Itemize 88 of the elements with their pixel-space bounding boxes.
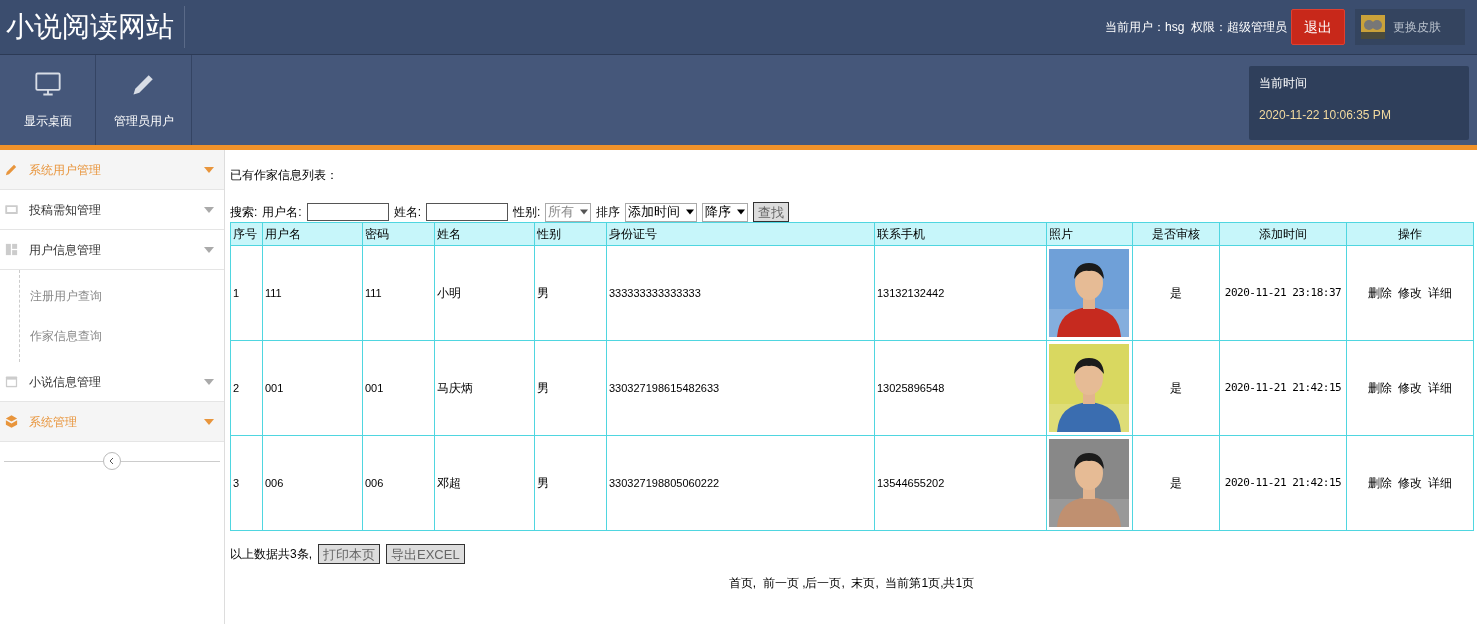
table-cell: 330327198805060222 (606, 435, 875, 531)
table-cell: 333333333333333 (606, 245, 875, 341)
list-heading: 已有作家信息列表： (230, 167, 339, 184)
user-info: 当前用户：hsg 权限：超级管理员 (1105, 19, 1287, 36)
site-title: 小说阅读网站 (6, 6, 185, 48)
pagination-text: 首页, 前一页 ,后一页, 末页, 当前第1页,共1页 (728, 575, 975, 592)
caret-icon (737, 209, 746, 215)
table-cell: 2020-11-21 23:18:37 (1219, 245, 1347, 341)
toolbar-button[interactable]: 管理员用户 (96, 55, 192, 145)
action-link[interactable]: 删除 (1368, 284, 1392, 302)
clock-label: 当前时间 (1259, 75, 1308, 92)
skin-selector[interactable]: 更换皮肤 (1355, 9, 1465, 45)
table-cell: 13132132442 (874, 245, 1047, 341)
layout-icon (4, 242, 19, 257)
caret-icon (204, 246, 214, 253)
caret-icon (204, 166, 214, 173)
action-link[interactable]: 删除 (1368, 379, 1392, 397)
table-cell: 111 (262, 245, 363, 341)
column-header: 用户名 (262, 222, 363, 246)
calendar-icon (4, 374, 19, 389)
column-header: 密码 (362, 222, 435, 246)
sort-label: 排序 (596, 204, 621, 221)
search-label: 搜索: (230, 204, 258, 221)
column-header: 姓名 (434, 222, 535, 246)
gender-select[interactable]: 所有 (545, 202, 592, 222)
table-cell: 男 (534, 435, 607, 531)
table-cell: 006 (362, 435, 435, 531)
column-header: 是否审核 (1132, 222, 1220, 246)
export-button[interactable]: 导出EXCEL (386, 544, 465, 564)
caret-icon (580, 209, 589, 215)
table-cell: 2020-11-21 21:42:15 (1219, 435, 1347, 531)
action-link[interactable]: 详细 (1428, 284, 1452, 302)
username-label: 用户名: (262, 204, 302, 221)
table-cell: 111 (362, 245, 435, 341)
table-cell: 006 (262, 435, 363, 531)
summary-text: 以上数据共3条, (230, 546, 312, 563)
table-cell: 男 (534, 340, 607, 436)
table-cell: 001 (262, 340, 363, 436)
column-header: 性别 (534, 222, 607, 246)
column-header: 添加时间 (1219, 222, 1347, 246)
image-icon (4, 202, 19, 217)
clock-time: 2020-11-22 10:06:35 PM (1259, 107, 1392, 124)
caret-icon (686, 209, 695, 215)
box-icon (4, 414, 19, 429)
table-cell: 马庆炳 (434, 340, 535, 436)
chevron-left-icon (108, 457, 116, 465)
column-header: 操作 (1346, 222, 1474, 246)
action-link[interactable]: 修改 (1398, 474, 1422, 492)
table-cell: 2 (230, 340, 263, 436)
sort-order-select[interactable]: 降序 (702, 202, 749, 222)
table-cell: 是 (1132, 245, 1220, 341)
sidebar-subitem[interactable]: 注册用户查询 (20, 276, 102, 316)
action-link[interactable]: 删除 (1368, 474, 1392, 492)
table-cell: 2020-11-21 21:42:15 (1219, 340, 1347, 436)
table-cell: 小明 (434, 245, 535, 341)
action-link[interactable]: 修改 (1398, 284, 1422, 302)
caret-icon (204, 378, 214, 385)
table-cell: 001 (362, 340, 435, 436)
name-field[interactable] (426, 203, 509, 221)
column-header: 联系手机 (874, 222, 1047, 246)
action-link[interactable]: 详细 (1428, 379, 1452, 397)
caret-icon (204, 418, 214, 425)
table-cell: 3 (230, 435, 263, 531)
gender-label: 性别: (513, 204, 541, 221)
toolbar-button[interactable]: 显示桌面 (0, 55, 96, 145)
column-header: 序号 (230, 222, 263, 246)
print-button[interactable]: 打印本页 (318, 544, 380, 564)
pencil-icon (4, 162, 19, 177)
monitor-icon (33, 70, 62, 98)
table-cell: 是 (1132, 435, 1220, 531)
column-header: 身份证号 (606, 222, 875, 246)
table-cell: 是 (1132, 340, 1220, 436)
table-cell: 330327198615482633 (606, 340, 875, 436)
table-cell: 邓超 (434, 435, 535, 531)
table-cell: 男 (534, 245, 607, 341)
logout-button[interactable]: 退出 (1291, 9, 1345, 45)
name-label: 姓名: (393, 204, 422, 221)
table-cell: 13025896548 (874, 340, 1047, 436)
column-header: 照片 (1046, 222, 1133, 246)
sidebar-subitem[interactable]: 作家信息查询 (20, 316, 102, 356)
action-link[interactable]: 详细 (1428, 474, 1452, 492)
username-field[interactable] (306, 203, 389, 221)
caret-icon (204, 206, 214, 213)
action-link[interactable]: 修改 (1398, 379, 1422, 397)
table-cell: 13544655202 (874, 435, 1047, 531)
search-button[interactable]: 查找 (753, 202, 790, 222)
sort-field-select[interactable]: 添加时间 (625, 202, 698, 222)
table-cell: 1 (230, 245, 263, 341)
